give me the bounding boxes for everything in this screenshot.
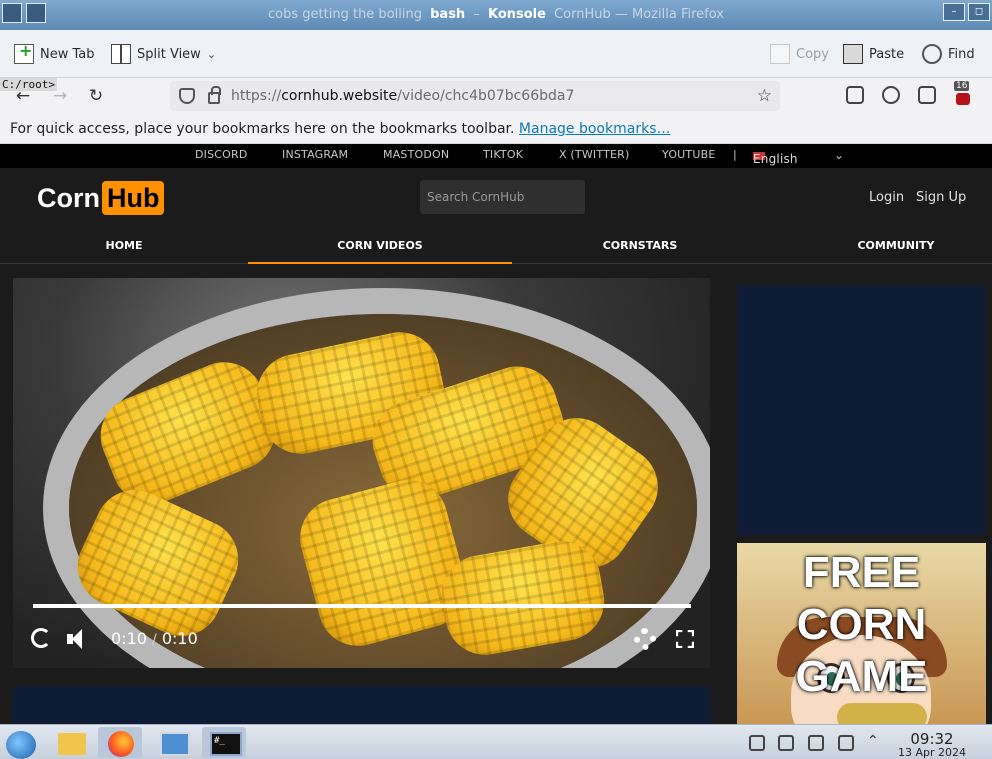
url-text[interactable]: https://cornhub.website/video/chc4b07bc6… bbox=[231, 88, 574, 104]
url-bar[interactable]: https://cornhub.website/video/chc4b07bc6… bbox=[170, 81, 780, 111]
bookmarks-toolbar: For quick access, place your bookmarks h… bbox=[0, 114, 992, 144]
notifications-icon[interactable] bbox=[749, 735, 765, 751]
battery-icon[interactable] bbox=[808, 735, 824, 751]
video-frame bbox=[13, 278, 710, 668]
pocket-icon[interactable] bbox=[846, 86, 864, 104]
login-link[interactable]: Login bbox=[869, 190, 904, 205]
ublock-extension[interactable]: 16 bbox=[954, 81, 974, 107]
konsole-toolbar: New Tab Split View ⌄ Copy Paste Find bbox=[0, 30, 992, 78]
taskbar-konsole[interactable]: #_ bbox=[202, 727, 246, 758]
taskbar: #_ ⌃ 09:32 13 Apr 2024 bbox=[0, 724, 992, 759]
chevron-down-icon[interactable]: ⌄ bbox=[834, 148, 844, 162]
tracking-shield-icon[interactable] bbox=[179, 88, 195, 104]
ublock-icon bbox=[956, 93, 970, 105]
browser-nav-bar: ← → ↻ https://cornhub.website/video/chc4… bbox=[0, 78, 992, 114]
promo-headline: FREE CORN GAME bbox=[795, 548, 928, 701]
find-button[interactable]: Find bbox=[922, 42, 975, 66]
nav-corn-videos[interactable]: CORN VIDEOS bbox=[248, 228, 512, 264]
nav-home[interactable]: HOME bbox=[0, 228, 248, 264]
window-title-bar[interactable]: cobs getting the bolling bash – Konsole … bbox=[0, 0, 992, 30]
search-icon bbox=[922, 44, 942, 64]
new-tab-button[interactable]: New Tab bbox=[14, 41, 95, 66]
toolbar-icons bbox=[846, 86, 936, 104]
split-view-button[interactable]: Split View ⌄ bbox=[111, 42, 216, 66]
windows-logo-icon bbox=[6, 731, 36, 759]
new-tab-icon bbox=[14, 41, 34, 64]
progress-bar[interactable] bbox=[33, 604, 691, 608]
bookmark-star-icon[interactable]: ☆ bbox=[757, 86, 772, 106]
search-input[interactable]: Search CornHub bbox=[420, 180, 585, 214]
window-title: cobs getting the bolling bash – Konsole … bbox=[268, 7, 724, 22]
time-display: 0:10 / 0:10 bbox=[111, 629, 198, 648]
manage-bookmarks-link[interactable]: Manage bookmarks… bbox=[519, 121, 671, 137]
nav-cornstars[interactable]: CORNSTARS bbox=[512, 228, 768, 264]
reload-icon[interactable]: ↻ bbox=[85, 86, 107, 108]
social-link-tiktok[interactable]: TIKTOK bbox=[483, 148, 523, 161]
video-player[interactable]: 0:10 / 0:10 bbox=[13, 278, 710, 668]
extension-badge: 16 bbox=[954, 81, 970, 91]
terminal-prompt: C:/root> bbox=[0, 78, 57, 91]
paste-icon bbox=[843, 44, 863, 64]
window-controls: – ◻ bbox=[943, 3, 990, 21]
maximize-icon[interactable]: ◻ bbox=[968, 3, 990, 21]
copy-button[interactable]: Copy bbox=[770, 42, 829, 66]
video-info-panel bbox=[12, 686, 711, 724]
divider: | bbox=[733, 148, 737, 161]
replay-icon[interactable] bbox=[31, 628, 51, 648]
minimize-icon[interactable]: – bbox=[943, 3, 965, 21]
nav-community[interactable]: COMMUNITY bbox=[800, 228, 992, 264]
chevron-up-icon[interactable]: ⌃ bbox=[867, 733, 879, 749]
social-link-x[interactable]: X (TWITTER) bbox=[559, 148, 630, 161]
site-nav: HOME CORN VIDEOS CORNSTARS COMMUNITY bbox=[0, 228, 992, 264]
social-link-mastodon[interactable]: MASTODON bbox=[383, 148, 449, 161]
fullscreen-icon[interactable] bbox=[676, 630, 694, 648]
ad-placeholder[interactable] bbox=[737, 285, 986, 535]
social-link-instagram[interactable]: INSTAGRAM bbox=[282, 148, 348, 161]
site-header: Corn Hub Search CornHub Login Sign Up HO… bbox=[0, 168, 992, 264]
signup-link[interactable]: Sign Up bbox=[916, 190, 966, 205]
account-icon[interactable] bbox=[882, 86, 900, 104]
volume-muted-icon[interactable] bbox=[838, 735, 854, 751]
web-page: DISCORD INSTAGRAM MASTODON TIKTOK X (TWI… bbox=[0, 144, 992, 724]
folder-icon bbox=[58, 733, 86, 755]
copy-icon bbox=[770, 44, 790, 64]
paste-button[interactable]: Paste bbox=[843, 42, 904, 66]
system-settings-icon bbox=[160, 732, 190, 756]
taskbar-files[interactable] bbox=[48, 727, 92, 758]
taskbar-system-settings[interactable] bbox=[150, 727, 194, 758]
taskbar-firefox[interactable] bbox=[98, 727, 142, 758]
social-link-youtube[interactable]: YOUTUBE bbox=[662, 148, 716, 161]
social-link-discord[interactable]: DISCORD bbox=[195, 148, 248, 161]
social-strip: DISCORD INSTAGRAM MASTODON TIKTOK X (TWI… bbox=[0, 144, 992, 168]
split-view-icon bbox=[111, 44, 131, 64]
promo-corn bbox=[837, 703, 927, 724]
chevron-down-icon[interactable]: ⌄ bbox=[207, 48, 216, 61]
site-logo[interactable]: Corn Hub bbox=[37, 181, 165, 215]
video-controls: 0:10 / 0:10 bbox=[13, 623, 710, 659]
clipboard-icon[interactable] bbox=[778, 735, 794, 751]
promo-banner[interactable]: FREE CORN GAME bbox=[737, 543, 986, 724]
terminal-icon: #_ bbox=[210, 732, 242, 756]
extensions-icon[interactable] bbox=[918, 86, 936, 104]
start-button[interactable] bbox=[0, 727, 44, 759]
volume-icon[interactable] bbox=[67, 629, 91, 649]
clock[interactable]: 09:32 13 Apr 2024 bbox=[893, 731, 971, 759]
lock-icon[interactable] bbox=[208, 86, 221, 104]
gear-icon[interactable] bbox=[634, 628, 656, 650]
firefox-icon bbox=[108, 731, 134, 757]
